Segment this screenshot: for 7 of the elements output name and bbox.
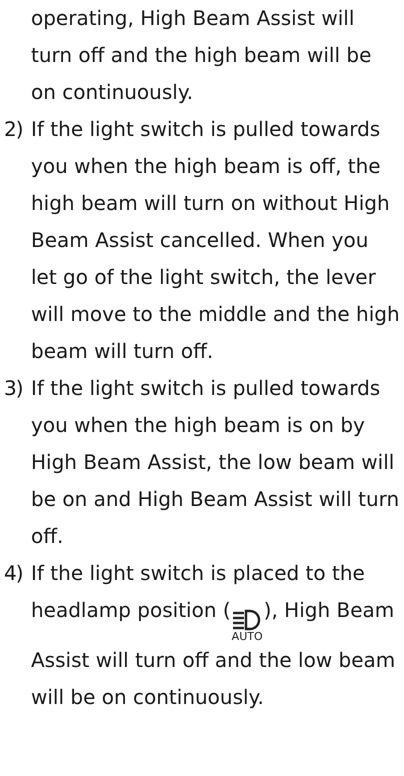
list-item-text: If the light switch is pulled towards you when the high beam is off, the high beam will turn on without High Beam Assist cancelled. When you let go of the light switch, the lever will move to the middle and the high beam will turn off. <box>31 116 401 365</box>
paragraph: operating, High Beam Assist will turn off and the high beam will be on continuously. <box>30 5 372 106</box>
list-number: 4) <box>3 560 24 587</box>
list-item-text: If the light switch is placed to the headlamp position ( AUTO ), High Beam Assist will turn off and the low beam will be on continuously. <box>31 560 396 711</box>
list-number: 2) <box>3 116 24 143</box>
list-item-text: If the light switch is pulled towards you when the high beam is on by High Beam Assist, the low beam will be on and High Beam Assist will turn off. <box>31 375 400 550</box>
list-number: 3) <box>3 375 24 402</box>
